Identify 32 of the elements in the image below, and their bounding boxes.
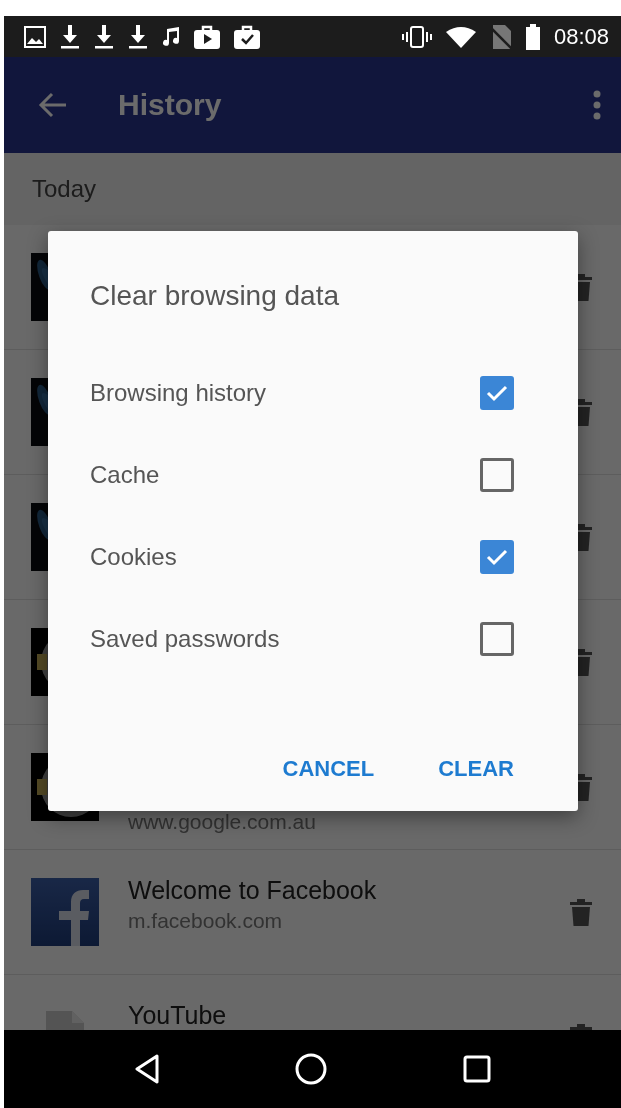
dialog-title: Clear browsing data xyxy=(90,280,340,312)
option-label: Browsing history xyxy=(90,379,268,407)
checkbox[interactable] xyxy=(480,540,514,574)
clock-time: 08:08 xyxy=(553,23,609,50)
home-icon[interactable] xyxy=(295,1053,328,1085)
checkbox[interactable] xyxy=(480,622,514,656)
option-label: Cookies xyxy=(90,543,178,571)
checkbox[interactable] xyxy=(480,376,514,410)
image-icon xyxy=(24,25,46,48)
back-arrow-icon[interactable] xyxy=(38,92,68,118)
bag-play-icon xyxy=(194,24,220,49)
dialog-button[interactable]: CANCEL xyxy=(270,748,387,790)
wifi-icon xyxy=(445,25,476,48)
app-bar-title: History xyxy=(118,88,223,122)
more-menu-icon[interactable] xyxy=(593,90,601,120)
option-label: Cache xyxy=(90,461,161,489)
battery-icon xyxy=(525,23,540,50)
page-title[interactable]: Welcome to Facebook xyxy=(128,875,377,905)
site-icon xyxy=(31,878,99,946)
vibrate-icon xyxy=(401,25,432,48)
download-icon xyxy=(128,24,148,49)
page-title[interactable]: YouTube xyxy=(128,1000,227,1030)
download-icon xyxy=(60,24,80,49)
recents-icon[interactable] xyxy=(463,1055,492,1083)
section-header: Today xyxy=(32,175,97,203)
download-icon xyxy=(94,24,114,49)
bag-check-icon xyxy=(234,24,260,49)
option-label: Saved passwords xyxy=(90,625,281,653)
checkbox[interactable] xyxy=(480,458,514,492)
back-icon[interactable] xyxy=(133,1054,160,1084)
music-note-icon xyxy=(162,26,180,47)
dialog-button[interactable]: CLEAR xyxy=(426,748,526,790)
